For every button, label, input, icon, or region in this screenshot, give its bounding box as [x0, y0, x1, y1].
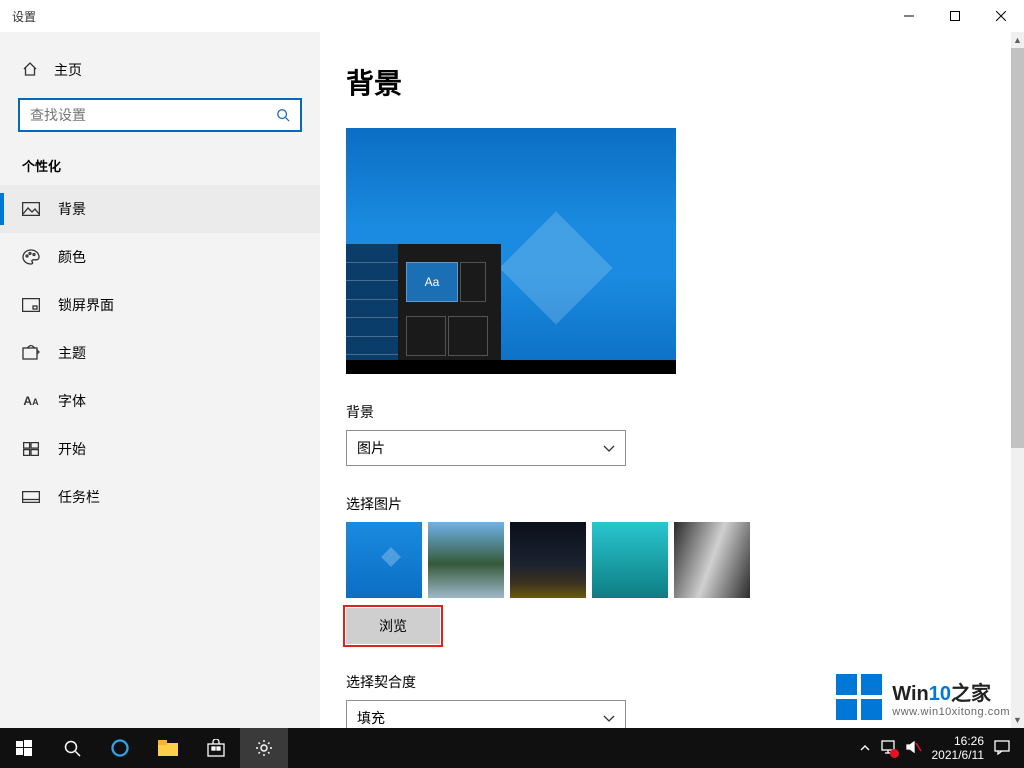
nav-item-label: 字体	[58, 391, 86, 411]
taskbar-settings[interactable]	[240, 728, 288, 768]
picture-thumb-3[interactable]	[510, 522, 586, 598]
picture-thumbnails	[346, 522, 994, 598]
scroll-up-button[interactable]: ▲	[1011, 32, 1024, 48]
maximize-button[interactable]	[932, 0, 978, 32]
nav-lockscreen[interactable]: 锁屏界面	[0, 281, 320, 329]
start-button[interactable]	[0, 728, 48, 768]
titlebar: 设置	[0, 0, 1024, 32]
taskbar-icon	[22, 491, 40, 503]
nav-item-label: 颜色	[58, 247, 86, 267]
nav-item-label: 锁屏界面	[58, 295, 114, 315]
choose-picture-label: 选择图片	[346, 494, 994, 514]
search-field[interactable]	[20, 107, 266, 123]
tray-network-icon[interactable]	[880, 740, 896, 757]
taskbar-store[interactable]	[192, 728, 240, 768]
background-preview: Aa	[346, 128, 676, 374]
fit-value: 填充	[357, 708, 385, 728]
background-type-select[interactable]: 图片	[346, 430, 626, 466]
home-icon	[22, 61, 38, 80]
lockscreen-icon	[22, 298, 40, 312]
search-input[interactable]	[18, 98, 302, 132]
nav-background[interactable]: 背景	[0, 185, 320, 233]
nav-home[interactable]: 主页	[0, 52, 320, 98]
taskbar-edge[interactable]	[96, 728, 144, 768]
watermark-url: www.win10xitong.com	[892, 706, 1010, 718]
picture-thumb-2[interactable]	[428, 522, 504, 598]
tray-expand-icon[interactable]	[860, 741, 870, 755]
watermark-brand: Win10之家	[892, 677, 1010, 706]
scrollbar-thumb[interactable]	[1011, 48, 1024, 448]
tray-volume-icon[interactable]	[906, 740, 922, 757]
picture-thumb-1[interactable]	[346, 522, 422, 598]
tray-date: 2021/6/11	[932, 748, 985, 762]
nav-home-label: 主页	[54, 60, 82, 80]
nav-item-label: 背景	[58, 199, 86, 219]
taskbar-explorer[interactable]	[144, 728, 192, 768]
theme-icon	[22, 345, 40, 361]
picture-thumb-5[interactable]	[674, 522, 750, 598]
background-type-label: 背景	[346, 402, 994, 422]
sidebar-section-title: 个性化	[0, 132, 320, 185]
tray-time: 16:26	[932, 734, 985, 748]
nav-item-label: 主题	[58, 343, 86, 363]
page-title: 背景	[346, 62, 994, 102]
picture-thumb-4[interactable]	[592, 522, 668, 598]
taskbar: 16:26 2021/6/11	[0, 728, 1024, 768]
windows-logo-icon	[836, 674, 882, 720]
show-desktop-button[interactable]	[1018, 728, 1024, 768]
nav-fonts[interactable]: AA 字体	[0, 377, 320, 425]
fit-select[interactable]: 填充	[346, 700, 626, 728]
palette-icon	[22, 249, 40, 265]
window-title: 设置	[12, 8, 36, 25]
chevron-down-icon	[603, 440, 615, 456]
main-content: 背景 Aa 背景 图片 选择图片	[320, 32, 1024, 728]
nav-themes[interactable]: 主题	[0, 329, 320, 377]
nav-item-label: 开始	[58, 439, 86, 459]
scrollbar[interactable]: ▲ ▼	[1011, 32, 1024, 728]
watermark: Win10之家 www.win10xitong.com	[836, 674, 1010, 720]
nav-taskbar[interactable]: 任务栏	[0, 473, 320, 521]
system-tray: 16:26 2021/6/11	[852, 728, 1019, 768]
chevron-down-icon	[603, 710, 615, 726]
tray-notifications-icon[interactable]	[994, 739, 1010, 758]
browse-button[interactable]: 浏览	[346, 608, 440, 644]
close-button[interactable]	[978, 0, 1024, 32]
scroll-down-button[interactable]: ▼	[1011, 712, 1024, 728]
picture-icon	[22, 202, 40, 216]
tray-clock[interactable]: 16:26 2021/6/11	[932, 734, 985, 762]
search-icon	[266, 108, 300, 122]
start-icon	[22, 442, 40, 456]
taskbar-search-button[interactable]	[48, 728, 96, 768]
sidebar: 主页 个性化 背景 颜色 锁屏	[0, 32, 320, 728]
font-icon: AA	[22, 394, 40, 408]
background-type-value: 图片	[357, 438, 385, 458]
minimize-button[interactable]	[886, 0, 932, 32]
nav-item-label: 任务栏	[58, 487, 100, 507]
preview-sample-text: Aa	[406, 262, 458, 302]
nav-start[interactable]: 开始	[0, 425, 320, 473]
nav-colors[interactable]: 颜色	[0, 233, 320, 281]
